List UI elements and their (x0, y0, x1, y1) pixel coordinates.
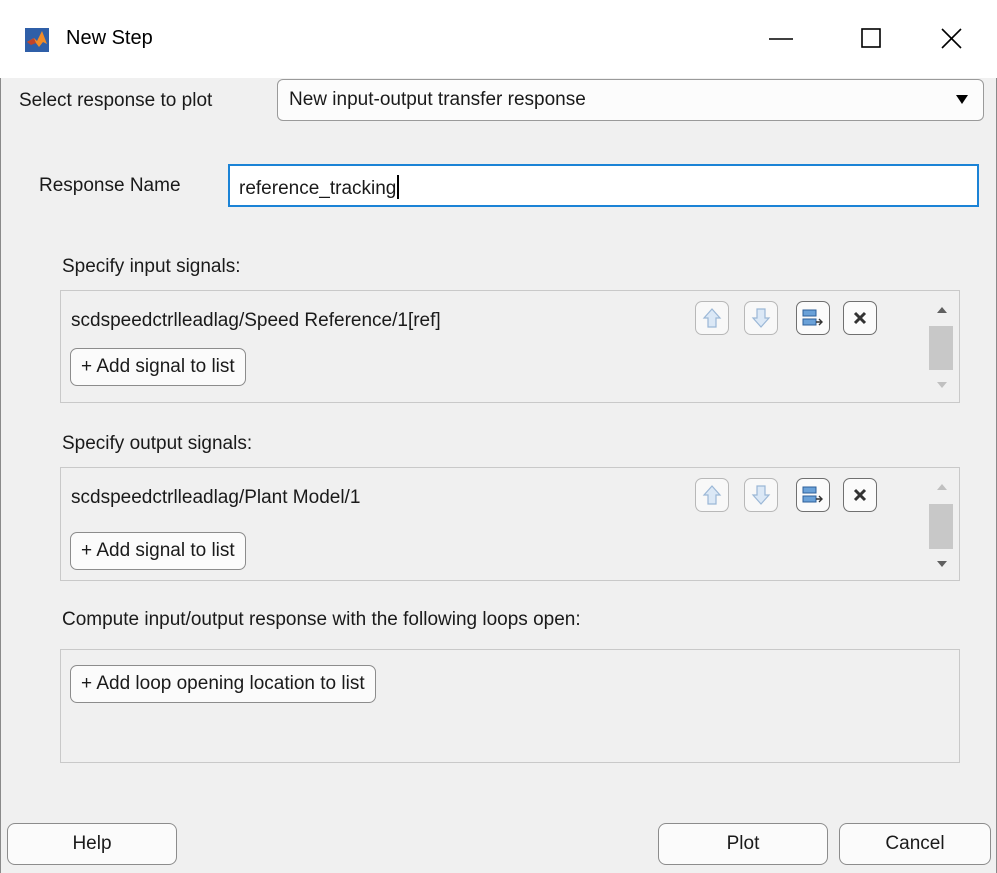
help-button[interactable]: Help (7, 823, 177, 865)
move-up-button[interactable] (695, 478, 729, 512)
response-name-label: Response Name (39, 175, 181, 196)
plot-button[interactable]: Plot (658, 823, 828, 865)
scrollbar-thumb[interactable] (929, 326, 953, 370)
output-signal-item[interactable]: scdspeedctrlleadlag/Plant Model/1 (71, 487, 360, 509)
arrow-down-icon (751, 485, 771, 505)
window-title: New Step (66, 27, 153, 49)
response-type-dropdown[interactable]: New input-output transfer response (277, 79, 984, 121)
add-input-signal-button[interactable]: + Add signal to list (70, 348, 246, 386)
arrow-up-icon (702, 308, 722, 328)
close-button[interactable] (907, 0, 997, 78)
scroll-down-icon[interactable] (936, 381, 948, 390)
input-signals-heading: Specify input signals: (62, 256, 241, 277)
output-signals-panel: scdspeedctrlleadlag/Plant Model/1 + Add … (60, 467, 960, 581)
text-caret (397, 175, 399, 199)
dropdown-arrow-icon (956, 95, 968, 104)
minimize-button[interactable] (736, 0, 826, 78)
input-signals-panel: scdspeedctrlleadlag/Speed Reference/1[re… (60, 290, 960, 403)
select-response-label: Select response to plot (19, 90, 213, 111)
response-name-input[interactable]: reference_tracking (228, 164, 979, 207)
matlab-logo-icon (25, 28, 49, 52)
close-icon (941, 28, 962, 49)
delete-x-icon (853, 488, 867, 502)
output-signals-heading: Specify output signals: (62, 433, 253, 454)
loop-openings-heading: Compute input/output response with the f… (62, 609, 581, 630)
arrow-up-icon (702, 485, 722, 505)
loop-openings-panel: + Add loop opening location to list (60, 649, 960, 763)
move-down-button[interactable] (744, 301, 778, 335)
window-left-edge (0, 0, 1, 873)
minimize-icon (769, 38, 793, 40)
output-scrollbar[interactable] (925, 468, 959, 580)
maximize-button[interactable] (826, 0, 916, 78)
scroll-up-icon[interactable] (936, 305, 948, 314)
remove-signal-button[interactable] (843, 301, 877, 335)
maximize-icon (861, 28, 881, 48)
move-up-button[interactable] (695, 301, 729, 335)
add-output-signal-button[interactable]: + Add signal to list (70, 532, 246, 570)
move-down-button[interactable] (744, 478, 778, 512)
input-scrollbar[interactable] (925, 291, 959, 402)
signal-highlight-icon (802, 486, 823, 503)
add-loop-opening-button[interactable]: + Add loop opening location to list (70, 665, 376, 703)
input-signal-item[interactable]: scdspeedctrlleadlag/Speed Reference/1[re… (71, 310, 441, 332)
title-bar[interactable]: New Step (0, 0, 997, 78)
response-name-value: reference_tracking (239, 178, 397, 199)
remove-signal-button[interactable] (843, 478, 877, 512)
scroll-down-icon[interactable] (936, 560, 948, 569)
delete-x-icon (853, 311, 867, 325)
highlight-signal-button[interactable] (796, 301, 830, 335)
scrollbar-thumb[interactable] (929, 504, 953, 549)
highlight-signal-button[interactable] (796, 478, 830, 512)
arrow-down-icon (751, 308, 771, 328)
response-type-value: New input-output transfer response (289, 89, 586, 110)
signal-highlight-icon (802, 309, 823, 326)
scroll-up-icon[interactable] (936, 482, 948, 491)
cancel-button[interactable]: Cancel (839, 823, 991, 865)
